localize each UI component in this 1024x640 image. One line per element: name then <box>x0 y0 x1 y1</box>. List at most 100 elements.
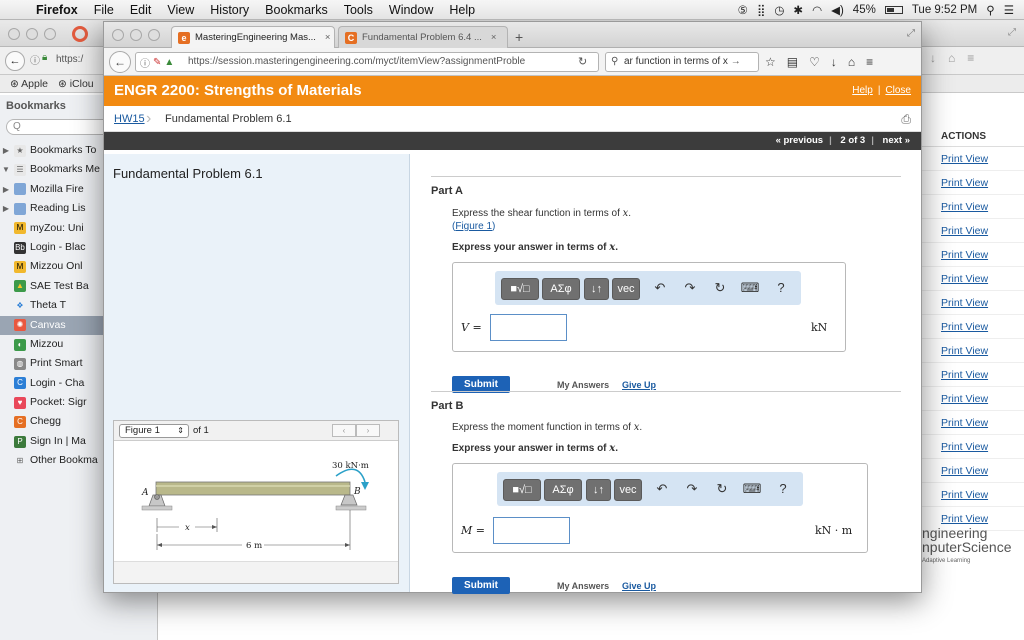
print-view-link[interactable]: Print View <box>922 219 1024 243</box>
part-a-my-answers-link[interactable]: My Answers <box>557 380 609 390</box>
wifi-icon[interactable]: ◠ <box>812 3 822 17</box>
time-machine-icon[interactable]: ◷ <box>774 3 784 17</box>
back-button[interactable]: ← <box>109 51 131 73</box>
battery-icon[interactable] <box>884 6 903 14</box>
search-input[interactable]: ⚲ ar function in terms of x → <box>605 52 759 72</box>
print-view-link[interactable]: Print View <box>922 195 1024 219</box>
bookmark-star-icon[interactable]: ☆ <box>765 55 776 69</box>
print-view-link[interactable]: Print View <box>922 267 1024 291</box>
vec-button[interactable]: vec <box>612 278 640 300</box>
reload-icon[interactable]: ↻ <box>578 52 587 72</box>
part-b-answer-input[interactable] <box>493 517 570 544</box>
fullscreen-icon[interactable]: ⤢ <box>1008 27 1016 38</box>
keyboard-icon[interactable]: ⌨ <box>742 479 762 499</box>
part-b-my-answers-link[interactable]: My Answers <box>557 581 609 591</box>
menu-edit[interactable]: Edit <box>122 3 160 17</box>
figure-1-link[interactable]: (Figure 1) <box>452 221 495 232</box>
adobe-status-icon[interactable]: ⑤ <box>738 3 748 17</box>
help-icon[interactable]: ? <box>773 479 793 499</box>
download-icon[interactable]: ↓ <box>831 55 837 69</box>
figure-next-button[interactable]: › <box>356 424 380 437</box>
twisty-icon[interactable]: ▼ <box>0 160 12 179</box>
tracking-icon[interactable]: ✎ <box>153 57 161 68</box>
print-view-link[interactable]: Print View <box>922 315 1024 339</box>
symbols-button[interactable]: ΑΣφ <box>542 278 580 300</box>
part-b-submit-button[interactable]: Submit <box>452 577 510 594</box>
print-view-link[interactable]: Print View <box>922 147 1024 171</box>
print-view-link[interactable]: Print View <box>922 243 1024 267</box>
info-icon[interactable]: ⓘ <box>30 52 40 67</box>
menu-tools[interactable]: Tools <box>336 3 381 17</box>
bookmark-icloud[interactable]: ⊛ iClou <box>58 78 94 90</box>
bluetooth-icon[interactable]: ✱ <box>793 3 803 17</box>
print-view-link[interactable]: Print View <box>922 171 1024 195</box>
signal-status-icon[interactable]: ⣿ <box>757 3 765 17</box>
new-tab-button[interactable]: + <box>515 29 523 45</box>
undo-icon[interactable]: ↶ <box>650 278 670 298</box>
print-view-link[interactable]: Print View <box>922 459 1024 483</box>
symbols-button[interactable]: ΑΣφ <box>544 479 582 501</box>
close-tab-icon[interactable]: × <box>325 27 331 48</box>
redo-icon[interactable]: ↷ <box>680 278 700 298</box>
menu-icon[interactable]: ≡ <box>967 51 974 65</box>
close-link[interactable]: Close <box>885 85 911 96</box>
menu-view[interactable]: View <box>159 3 202 17</box>
breadcrumb-hw15-link[interactable]: HW15 <box>114 106 145 132</box>
background-url[interactable]: https:/ <box>56 54 83 65</box>
vec-button[interactable]: vec <box>614 479 642 501</box>
home-icon[interactable]: ⌂ <box>848 55 855 69</box>
print-icon[interactable]: ⎙ <box>901 112 911 127</box>
figure-select[interactable]: Figure 1 ⇕ <box>119 424 189 438</box>
zoom-window-button[interactable] <box>44 28 56 40</box>
print-view-link[interactable]: Print View <box>922 387 1024 411</box>
reset-icon[interactable]: ↻ <box>712 479 732 499</box>
volume-icon[interactable]: ◀) <box>831 3 844 17</box>
redo-icon[interactable]: ↷ <box>682 479 702 499</box>
menu-history[interactable]: History <box>202 3 257 17</box>
previous-link[interactable]: « previous <box>776 135 824 146</box>
close-window-button[interactable] <box>8 28 20 40</box>
reading-list-icon[interactable]: ▤ <box>787 55 798 69</box>
help-icon[interactable]: ? <box>771 278 791 298</box>
twisty-icon[interactable]: ▶ <box>0 180 12 199</box>
clock[interactable]: Tue 9:52 PM <box>912 4 977 16</box>
popup-minimize-button[interactable] <box>130 29 142 41</box>
print-view-link[interactable]: Print View <box>922 411 1024 435</box>
menu-file[interactable]: File <box>86 3 122 17</box>
tab-mastering[interactable]: e MasteringEngineering Mas... × <box>171 26 335 48</box>
home-icon[interactable]: ⌂ <box>948 51 955 65</box>
search-go-icon[interactable]: → <box>728 56 741 67</box>
menu-help[interactable]: Help <box>441 3 483 17</box>
next-link[interactable]: next » <box>883 135 910 146</box>
templates-button[interactable]: ■√□ <box>503 479 541 501</box>
popup-close-button[interactable] <box>112 29 124 41</box>
spotlight-icon[interactable]: ⚲ <box>986 3 994 17</box>
twisty-icon[interactable]: ▶ <box>0 199 12 218</box>
url-bar[interactable]: https://session.masteringengineering.com… <box>135 52 599 72</box>
fullscreen-icon[interactable]: ⤢ <box>907 28 915 39</box>
notification-center-icon[interactable]: ☰ <box>1004 3 1014 17</box>
undo-icon[interactable]: ↶ <box>652 479 672 499</box>
print-view-link[interactable]: Print View <box>922 339 1024 363</box>
minimize-window-button[interactable] <box>26 28 38 40</box>
tab-fundamental-problem[interactable]: C Fundamental Problem 6.4 ... × <box>338 26 508 48</box>
close-tab-icon[interactable]: × <box>491 27 497 48</box>
part-a-answer-input[interactable] <box>490 314 567 341</box>
print-view-link[interactable]: Print View <box>922 435 1024 459</box>
menu-window[interactable]: Window <box>381 3 441 17</box>
menu-app-firefox[interactable]: Firefox <box>28 3 86 17</box>
print-view-link[interactable]: Print View <box>922 483 1024 507</box>
canvas-tab-icon[interactable] <box>72 26 88 42</box>
twisty-icon[interactable]: ▶ <box>0 141 12 160</box>
print-view-link[interactable]: Print View <box>922 291 1024 315</box>
part-b-give-up-link[interactable]: Give Up <box>622 581 656 591</box>
templates-button[interactable]: ■√□ <box>501 278 539 300</box>
popup-zoom-button[interactable] <box>148 29 160 41</box>
info-icon[interactable]: ⓘ <box>140 55 150 70</box>
figure-prev-button[interactable]: ‹ <box>332 424 356 437</box>
download-icon[interactable]: ↓ <box>930 51 936 65</box>
sort-button[interactable]: ↓↑ <box>584 278 609 300</box>
bookmark-apple[interactable]: ⊛ Apple <box>10 78 48 90</box>
reset-icon[interactable]: ↻ <box>710 278 730 298</box>
pocket-icon[interactable]: ♡ <box>809 55 820 69</box>
